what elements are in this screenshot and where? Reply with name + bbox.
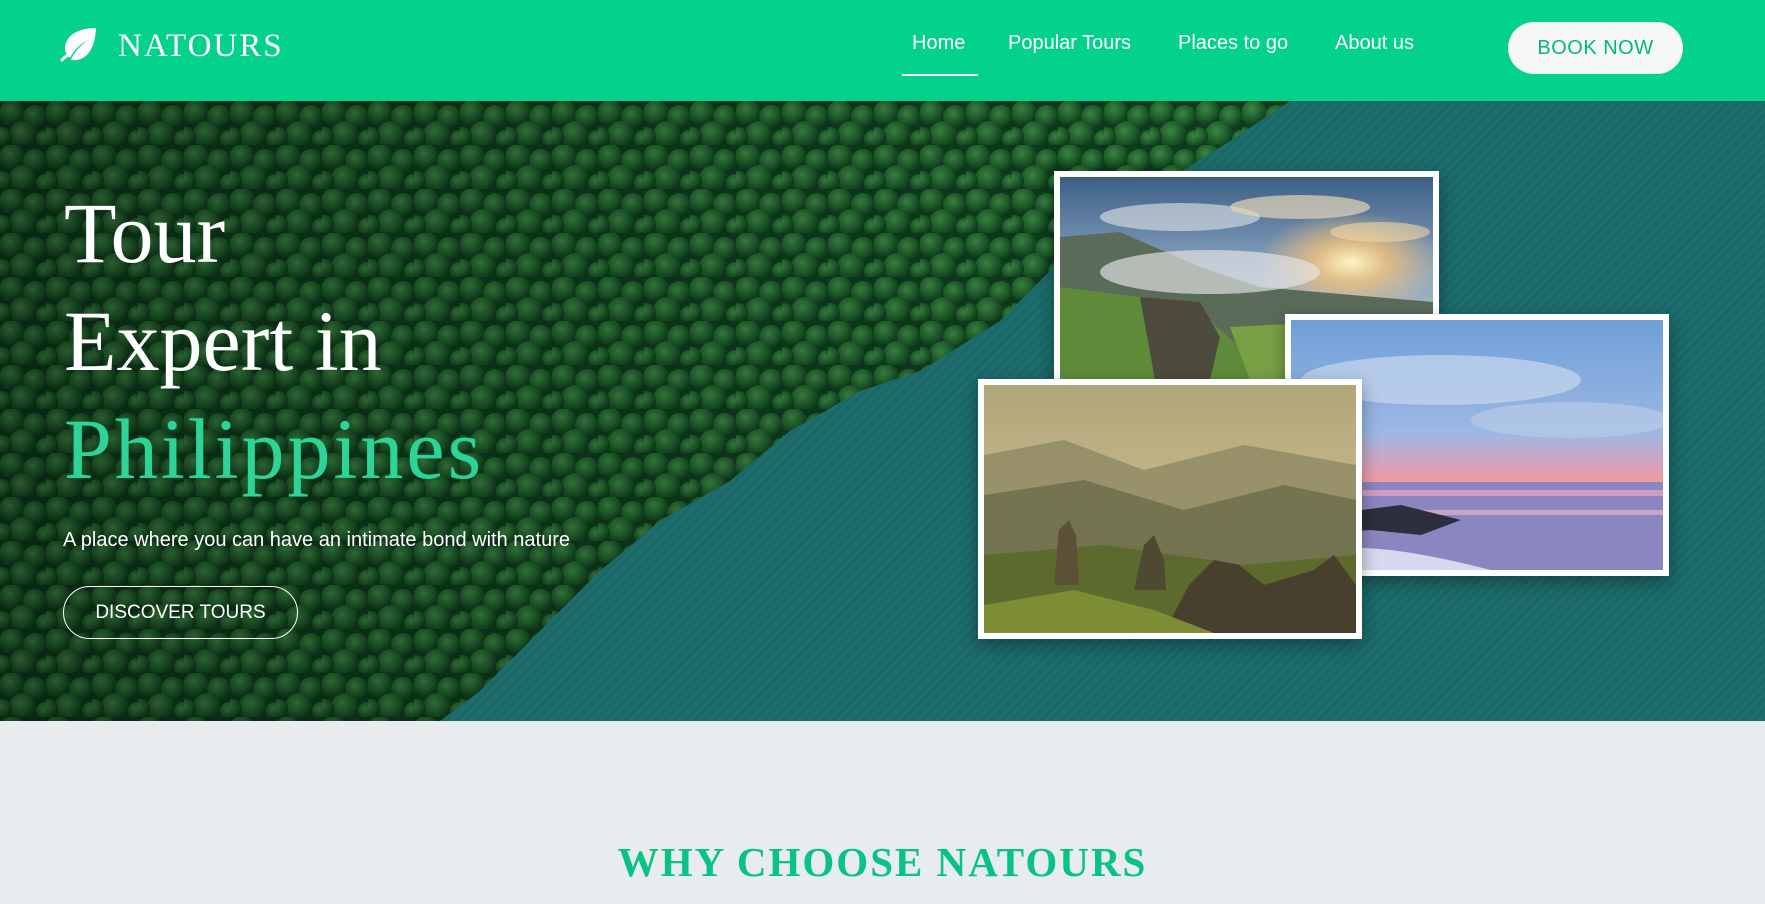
hero-title-accent: Philippines [64, 401, 485, 497]
nav-link-home[interactable]: Home [912, 32, 965, 55]
discover-tours-button[interactable]: DISCOVER TOURS [63, 586, 298, 639]
why-choose-heading: WHY CHOOSE NATOURS [617, 839, 1148, 885]
hero-subtitle: A place where you can have an intimate b… [63, 529, 570, 551]
brand-logo[interactable]: NATOURS [60, 26, 284, 66]
nav-link-about-us[interactable]: About us [1335, 32, 1414, 55]
nav-link-popular-tours[interactable]: Popular Tours [1008, 32, 1131, 55]
active-nav-indicator [902, 74, 978, 76]
photo-golden-valley [978, 379, 1362, 639]
book-now-button[interactable]: BOOK NOW [1508, 22, 1683, 74]
navbar: NATOURS Home Popular Tours Places to go … [0, 0, 1765, 101]
hero-section: Tour Expert in Philippines A place where… [0, 101, 1765, 721]
hero-title: Tour Expert in Philippines [64, 179, 484, 503]
hero-title-line2: Expert in [64, 293, 382, 389]
leaf-icon [60, 26, 100, 67]
hero-title-line1: Tour [64, 185, 226, 281]
brand-name: NATOURS [118, 27, 284, 64]
nav-link-places-to-go[interactable]: Places to go [1178, 32, 1288, 55]
